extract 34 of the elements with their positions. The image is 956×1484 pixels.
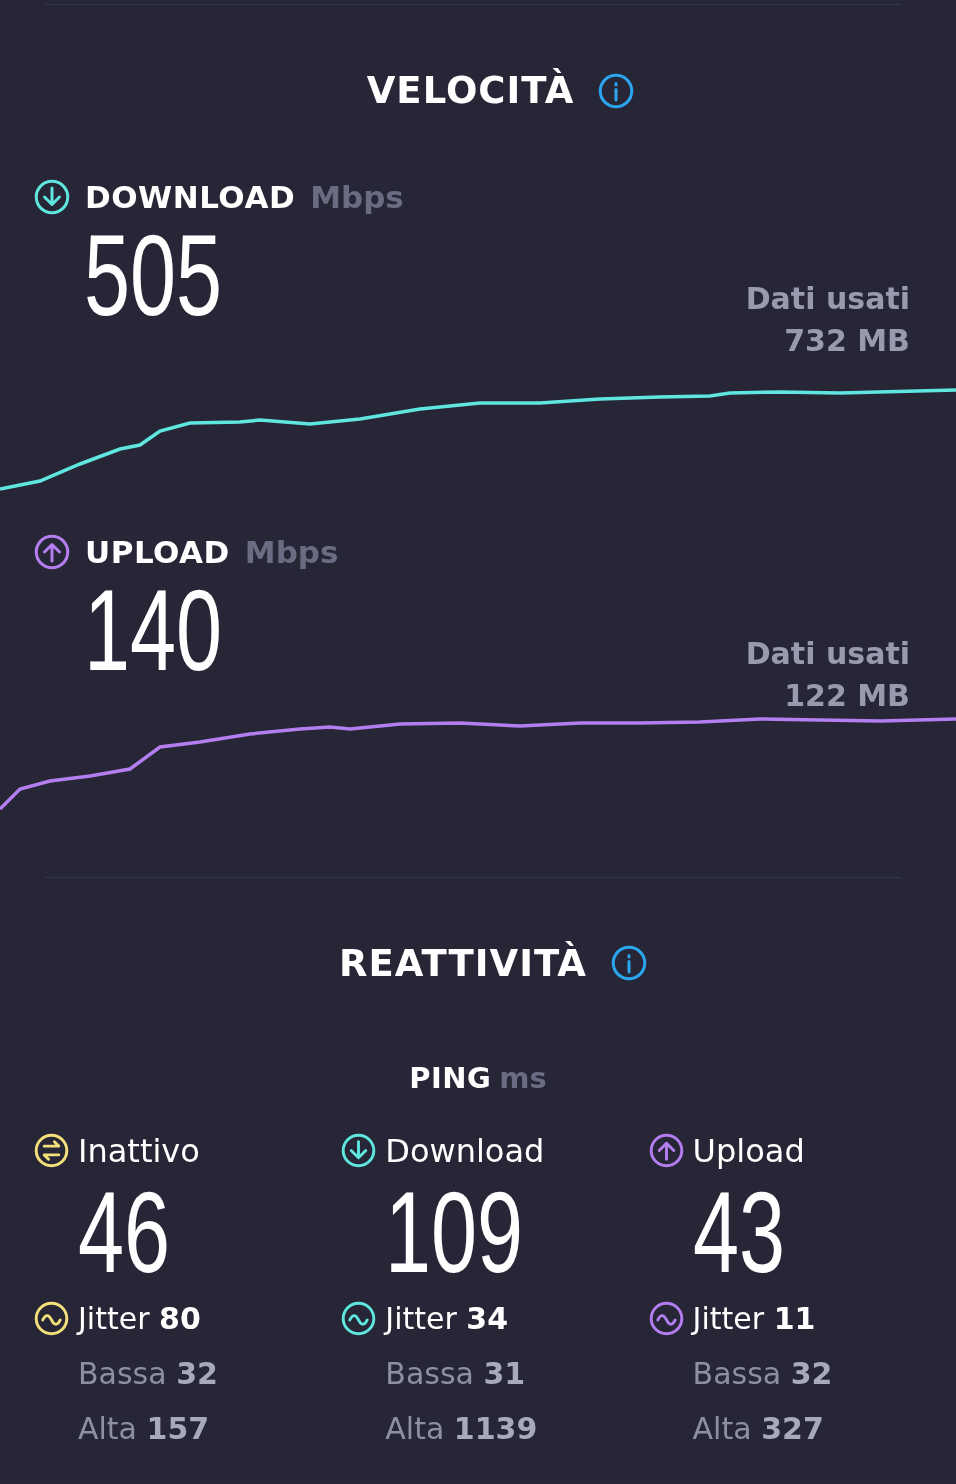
- unit-label: ms: [499, 1060, 547, 1097]
- wave-icon: [34, 1301, 69, 1336]
- data-used-value: 122 MB: [784, 677, 910, 715]
- jitter-text: Jitter 34: [385, 1300, 509, 1338]
- ping-type-label: Download: [385, 1130, 545, 1172]
- jitter-text: Jitter 11: [692, 1300, 816, 1338]
- high-ping-text: Alta 157: [78, 1410, 210, 1448]
- info-icon[interactable]: [598, 72, 635, 109]
- ping-value: 109: [385, 1180, 524, 1284]
- ping-type-label: Upload: [692, 1130, 805, 1172]
- data-used-label: Dati usati: [745, 635, 910, 673]
- info-icon[interactable]: [611, 945, 647, 982]
- test-label: UPLOAD: [85, 532, 230, 572]
- speed-value: 505: [84, 224, 223, 328]
- high-ping-text: Alta 1139: [385, 1410, 538, 1448]
- ping-value: 46: [78, 1180, 171, 1284]
- low-ping-text: Bassa 32: [692, 1355, 833, 1393]
- data-used-value: 732 MB: [784, 322, 910, 360]
- wave-icon: [341, 1301, 377, 1336]
- low-ping-text: Bassa 32: [78, 1355, 218, 1393]
- section-title: VELOCITÀ: [366, 67, 575, 114]
- test-label: DOWNLOAD: [85, 177, 296, 217]
- data-used-label: Dati usati: [745, 280, 910, 318]
- unit-label: Mbps: [310, 177, 404, 217]
- jitter-text: Jitter 80: [78, 1300, 201, 1338]
- ping-value: 43: [692, 1180, 785, 1284]
- low-ping-text: Bassa 31: [385, 1355, 526, 1393]
- ping-label: PING: [409, 1060, 492, 1097]
- ping-type-label: Inattivo: [78, 1130, 200, 1172]
- speed-value: 140: [84, 579, 223, 683]
- wave-icon: [648, 1301, 684, 1336]
- high-ping-text: Alta 327: [692, 1410, 824, 1448]
- section-title: REATTIVITÀ: [339, 940, 587, 987]
- unit-label: Mbps: [244, 532, 339, 572]
